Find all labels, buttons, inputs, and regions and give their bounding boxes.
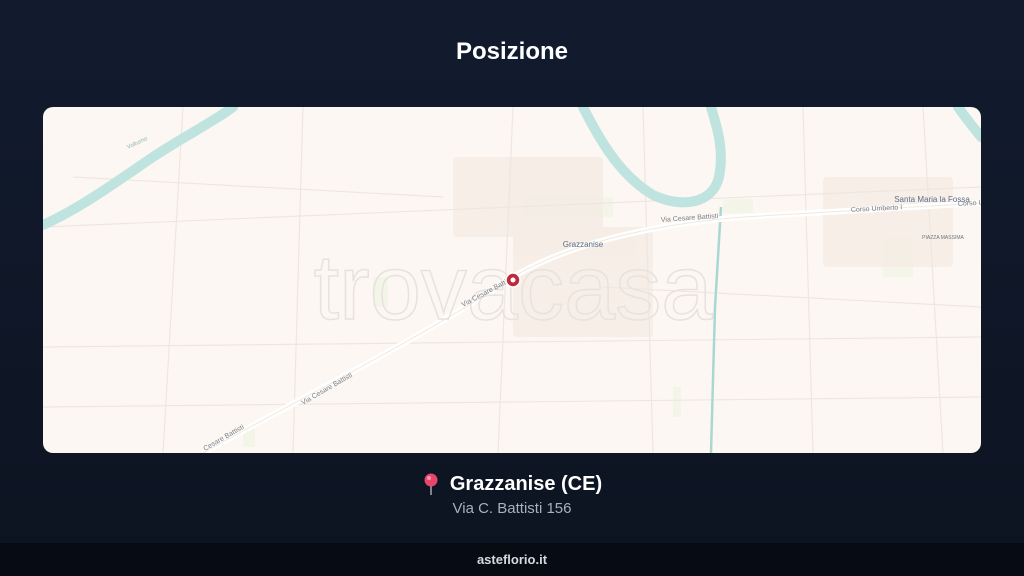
footer-site[interactable]: asteflorio.it	[0, 543, 1024, 576]
map-label-road-4: Cesare Battisti	[203, 424, 246, 453]
location-city: Grazzanise (CE)	[449, 472, 603, 495]
location-address: Via C. Battisti 156	[452, 500, 572, 517]
map-watermark: trovacasa	[314, 237, 714, 339]
map-label-river: Volturno	[126, 136, 149, 151]
map-marker-icon[interactable]	[505, 272, 521, 288]
map-label-road-3: Via Cesare Battisti	[301, 372, 355, 407]
map-canvas: trovacasa Grazzanise Santa Maria la Foss…	[43, 107, 981, 453]
map-view[interactable]: trovacasa Grazzanise Santa Maria la Foss…	[43, 107, 981, 453]
location-info: Grazzanise (CE)	[0, 472, 1024, 501]
page-title: Posizione	[455, 38, 569, 65]
map-label-road-6: Corso U	[958, 200, 981, 208]
canal	[709, 206, 723, 453]
pushpin-icon	[422, 472, 440, 496]
map-label-town: Grazzanise	[563, 240, 604, 249]
map-label-square: PIAZZA MASSIMA	[922, 235, 964, 241]
